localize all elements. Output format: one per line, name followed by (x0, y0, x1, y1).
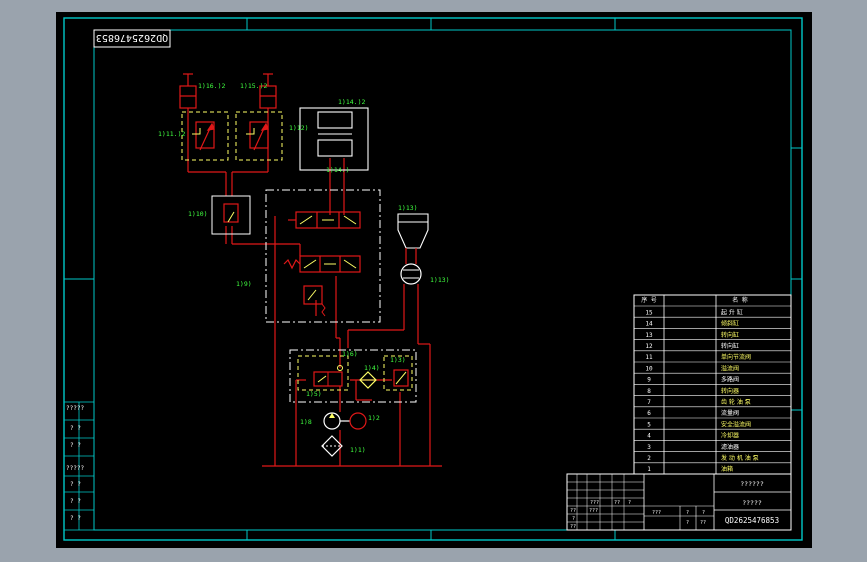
title-small-text: ? (686, 510, 689, 516)
bom-row-name: 单向节流阀 (721, 353, 751, 361)
title-small-text: ? (628, 500, 631, 506)
label-c13b: 1)13) (430, 276, 450, 284)
drawing-number: QD2625476853 (725, 516, 779, 525)
label-c3: 1)3) (390, 356, 406, 364)
bom-row-name: 齿 轮 油 泵 (721, 398, 751, 406)
cad-viewport: QD2625476853 ????? ? ? ? ? ????? ? ? ? ?… (0, 0, 867, 562)
label-c10: 1)10) (188, 210, 208, 218)
bom-row-number: 10 (645, 365, 653, 372)
drawing-sheet: QD2625476853 ????? ? ? ? ? ????? ? ? ? ?… (56, 12, 812, 548)
title-small-text: ??? (652, 510, 661, 516)
title-small-text: ??? (590, 500, 599, 506)
title-small-text: ? (686, 520, 689, 526)
bom-row-name: 转向缸 (721, 331, 739, 339)
bom-row-number: 8 (647, 388, 651, 395)
label-c14b: 1)14.) (326, 166, 349, 174)
title-small-text: ?? (614, 500, 620, 506)
title-small-text: ?? (700, 520, 706, 526)
bom-row-name: 多路阀 (721, 376, 739, 384)
label-c13: 1)13) (398, 204, 418, 212)
label-c6: 1)6) (342, 350, 358, 358)
bom-row-name: 溢流阀 (721, 364, 739, 372)
left-strip-text: ? ? (70, 498, 81, 505)
label-c14: 1)14.)2 (338, 98, 365, 106)
bom-row-number: 6 (647, 410, 651, 417)
left-strip-text: ????? (66, 405, 84, 412)
label-c15: 1)15.)2 (240, 82, 267, 90)
bom-row-number: 14 (645, 321, 653, 328)
title-small-text: ? (702, 510, 705, 516)
title-text-1: ?????? (740, 480, 764, 488)
label-c9: 1)9) (236, 280, 252, 288)
bom-row-name: 流量阀 (721, 409, 739, 417)
bom-row-name: 安全溢流阀 (721, 420, 751, 428)
label-c11: 1)11.)2 (158, 130, 185, 138)
left-strip-text: ? ? (70, 481, 81, 488)
bom-row-number: 1 (647, 466, 651, 473)
bom-row-name: 起 升 缸 (721, 308, 743, 316)
bom-row-number: 11 (645, 354, 653, 361)
code-top-text: QD2625476853 (96, 32, 168, 43)
label-c5: 1)5) (306, 390, 322, 398)
bom-row-name: 转向器 (721, 387, 739, 395)
bom-row-number: 15 (645, 309, 653, 316)
label-c2: 1)2 (368, 414, 380, 422)
bom-row-number: 12 (645, 343, 653, 350)
bom-row-name: 发 动 机 油 泵 (721, 454, 759, 462)
title-small-text: ??? (589, 508, 598, 514)
left-strip-text: ? ? (70, 442, 81, 449)
title-small-text: ?? (570, 524, 576, 530)
bom-row-number: 4 (647, 433, 651, 440)
bom-row-name: 冷却器 (721, 432, 739, 440)
title-small-text: ? (572, 516, 575, 522)
bom-table: 序 号 名 称 15 起 升 缸14 倾斜缸13 转向缸12 转向缸11 单向节流阀10 溢… (633, 294, 792, 475)
bom-row-number: 2 (647, 455, 651, 462)
label-c16: 1)16.)2 (198, 82, 225, 90)
bom-row-name: 滤油器 (721, 443, 739, 451)
bom-row-number: 5 (647, 421, 651, 428)
bom-row-name: 转向缸 (721, 342, 739, 350)
left-strip-text: ? ? (70, 425, 81, 432)
bom-header-name: 名 称 (732, 296, 748, 304)
label-c4: 1)4) (364, 364, 380, 372)
left-strip-text: ? ? (70, 515, 81, 522)
bom-row-name: 油箱 (721, 465, 733, 473)
bom-row-number: 3 (647, 444, 651, 451)
bom-row-number: 13 (645, 332, 653, 339)
label-c12: 1)12) (289, 124, 309, 132)
label-c1: 1)1) (350, 446, 366, 454)
title-small-text: ?? (570, 508, 576, 514)
title-text-2: ????? (742, 499, 762, 507)
title-block: ?????? ????? QD2625476853 ??? ??? ? ? ? … (566, 473, 792, 531)
label-c8: 1)8 (300, 418, 312, 426)
bom-row-number: 9 (647, 377, 651, 384)
left-strip-text: ????? (66, 465, 84, 472)
bom-header-no: 序 号 (641, 296, 657, 304)
bom-row-name: 倾斜缸 (721, 320, 739, 328)
bom-row-number: 7 (647, 399, 651, 406)
